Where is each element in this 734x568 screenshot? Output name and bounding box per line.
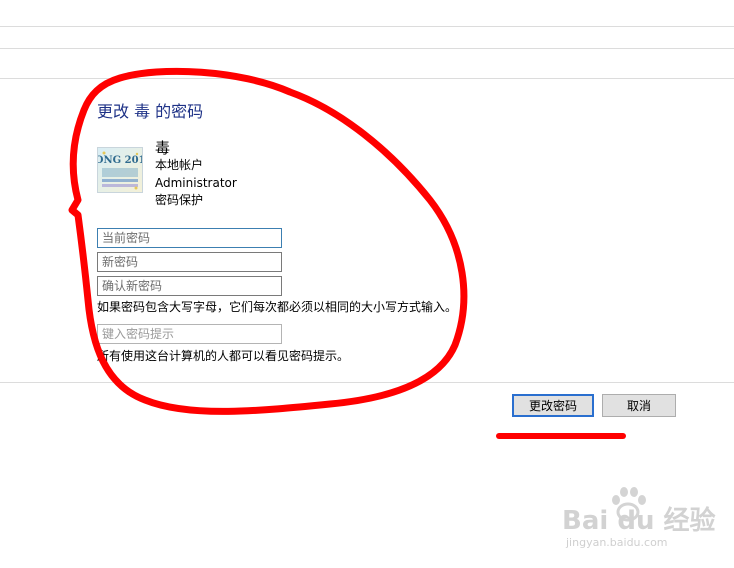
top-divider-3 [0, 78, 734, 79]
baidu-jingyan-watermark: Bai du 经验 jingyan.baidu.com [560, 487, 720, 554]
cancel-button[interactable]: 取消 [602, 394, 676, 417]
watermark-url: jingyan.baidu.com [566, 536, 668, 549]
case-sensitivity-note: 如果密码包含大写字母，它们每次都必须以相同的大小写方式输入。 [97, 300, 458, 314]
avatar-text-song: SONG 2016 [98, 155, 142, 166]
user-name: 毒 [155, 139, 171, 157]
password-protection-status: 密码保护 [155, 193, 204, 207]
password-hint-input[interactable] [97, 324, 282, 344]
footer-divider [0, 382, 734, 383]
account-type: 本地帐户 [155, 158, 204, 172]
hint-visibility-note: 所有使用这台计算机的人都可以看见密码提示。 [97, 349, 350, 363]
account-group: Administrator [155, 176, 237, 190]
watermark-brand: Bai du 经验 [562, 506, 716, 536]
top-divider-1 [0, 26, 734, 27]
paw-icon [612, 487, 646, 522]
current-password-input[interactable] [97, 228, 282, 248]
new-password-input[interactable] [97, 252, 282, 272]
confirm-password-input[interactable] [97, 276, 282, 296]
user-avatar: SONG 2016 [97, 147, 143, 193]
page-title: 更改 毒 的密码 [97, 102, 204, 121]
red-underline-annotation [496, 433, 626, 439]
top-divider-2 [0, 48, 734, 49]
change-password-button[interactable]: 更改密码 [512, 394, 594, 417]
